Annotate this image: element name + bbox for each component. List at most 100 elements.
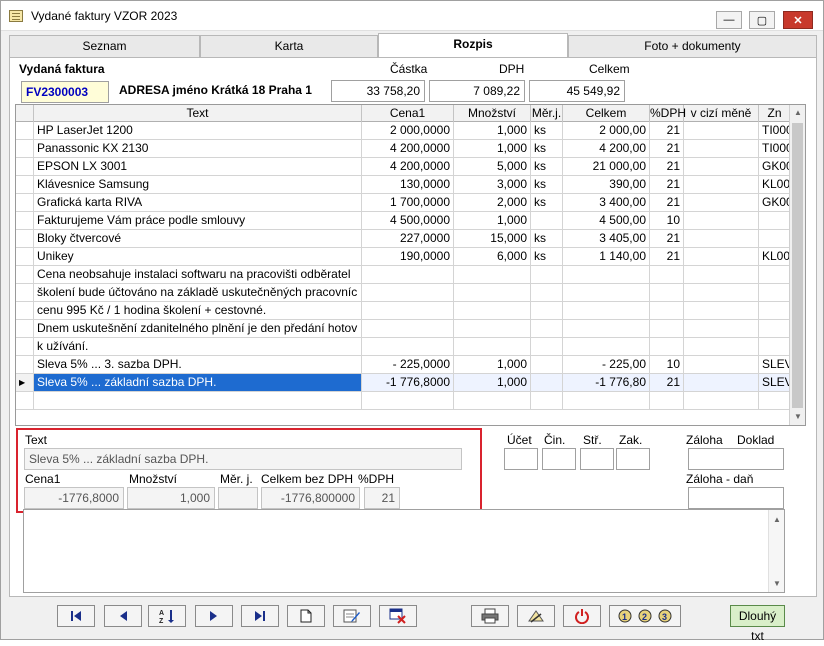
cell-mnozstvi[interactable]: 1,000 [454, 122, 531, 140]
cell-cizi[interactable] [684, 338, 759, 356]
cell-dph[interactable] [650, 302, 684, 320]
cell-text[interactable]: školení bude účtováno na základě uskuteč… [34, 284, 362, 302]
minimize-button[interactable]: — [716, 11, 742, 29]
row-selector[interactable] [16, 338, 34, 356]
cell-dph[interactable]: 21 [650, 158, 684, 176]
cell-cena[interactable]: - 225,0000 [362, 356, 454, 374]
table-row[interactable]: Sleva 5% ... 3. sazba DPH. - 225,0000 1,00… [16, 356, 791, 374]
cell-mj[interactable] [531, 356, 563, 374]
cell-cizi[interactable] [684, 392, 759, 410]
cell-dph[interactable] [650, 284, 684, 302]
cell-cena[interactable]: 4 200,0000 [362, 158, 454, 176]
cell-mj[interactable]: ks [531, 248, 563, 266]
table-row[interactable]: Panassonic KX 2130 4 200,0000 1,000 ks 4 200… [16, 140, 791, 158]
zaloha-dan-field[interactable] [688, 487, 784, 509]
table-row[interactable]: EPSON LX 3001 4 200,0000 5,000 ks 21 000,00 2… [16, 158, 791, 176]
cell-celkem[interactable] [563, 266, 650, 284]
items-grid[interactable]: Text Cena1 Množství Měr.j. Celkem %DPH v… [15, 104, 806, 426]
cell-cizi[interactable] [684, 284, 759, 302]
cell-dph[interactable]: 10 [650, 212, 684, 230]
cell-cizi[interactable] [684, 302, 759, 320]
cell-mnozstvi[interactable]: 1,000 [454, 374, 531, 392]
cell-dph[interactable]: 21 [650, 230, 684, 248]
cell-cena[interactable] [362, 320, 454, 338]
cell-mnozstvi[interactable] [454, 392, 531, 410]
amount-field[interactable]: 33 758,20 [331, 80, 425, 102]
row-selector[interactable] [16, 194, 34, 212]
row-selector[interactable] [16, 356, 34, 374]
vat-field[interactable]: 7 089,22 [429, 80, 525, 102]
row-selector[interactable]: ▶ [16, 374, 34, 392]
tab-foto-dokumenty[interactable]: Foto + dokumenty [568, 35, 817, 57]
new-record-button[interactable] [287, 605, 325, 627]
cell-mj[interactable] [531, 266, 563, 284]
scroll-down-icon[interactable]: ▼ [790, 409, 805, 425]
last-record-button[interactable] [241, 605, 279, 627]
cell-zn[interactable]: SLEV [759, 356, 791, 374]
cell-mj[interactable] [531, 284, 563, 302]
cell-mnozstvi[interactable]: 1,000 [454, 212, 531, 230]
cell-mnozstvi[interactable]: 5,000 [454, 158, 531, 176]
cell-mj[interactable]: ks [531, 230, 563, 248]
col-mj[interactable]: Měr.j. [531, 105, 563, 122]
cell-zn[interactable]: GK00 [759, 158, 791, 176]
cell-text[interactable]: Dnem uskutešnění zdanitelného plnění je … [34, 320, 362, 338]
maximize-button[interactable]: ▢ [749, 11, 775, 29]
row-selector[interactable] [16, 122, 34, 140]
cell-cena[interactable] [362, 266, 454, 284]
cell-cena[interactable] [362, 338, 454, 356]
row-selector[interactable] [16, 302, 34, 320]
next-record-button[interactable] [195, 605, 233, 627]
cell-zn[interactable] [759, 212, 791, 230]
cell-zn[interactable] [759, 302, 791, 320]
cell-text[interactable]: HP LaserJet 1200 [34, 122, 362, 140]
cell-cizi[interactable] [684, 266, 759, 284]
cell-dph[interactable] [650, 266, 684, 284]
table-row[interactable]: Dnem uskutešnění zdanitelného plnění je … [16, 320, 791, 338]
cell-dph[interactable]: 10 [650, 356, 684, 374]
cell-cena[interactable] [362, 284, 454, 302]
row-selector[interactable] [16, 212, 34, 230]
cell-text[interactable]: k užívání. [34, 338, 362, 356]
cell-celkem[interactable]: 21 000,00 [563, 158, 650, 176]
row-selector[interactable] [16, 158, 34, 176]
cell-text[interactable]: Klávesnice Samsung [34, 176, 362, 194]
sort-button[interactable]: AZ [148, 605, 186, 627]
cell-zn[interactable] [759, 230, 791, 248]
cell-mj[interactable]: ks [531, 194, 563, 212]
col-cizi[interactable]: v cizí měně [684, 105, 759, 122]
cell-mj[interactable] [531, 320, 563, 338]
cell-zn[interactable] [759, 320, 791, 338]
cell-mnozstvi[interactable] [454, 284, 531, 302]
table-row[interactable]: Grafická karta RIVA 1 700,0000 2,000 ks 3 40… [16, 194, 791, 212]
cell-text[interactable]: Bloky čtvercové [34, 230, 362, 248]
exit-button[interactable] [563, 605, 601, 627]
previous-record-button[interactable] [104, 605, 142, 627]
col-mnozstvi[interactable]: Množství [454, 105, 531, 122]
cell-text[interactable]: Unikey [34, 248, 362, 266]
col-celkem[interactable]: Celkem [563, 105, 650, 122]
row-selector[interactable] [16, 266, 34, 284]
cell-celkem[interactable] [563, 302, 650, 320]
cell-dph[interactable] [650, 392, 684, 410]
long-text-memo[interactable]: ▲ ▼ [23, 509, 785, 593]
table-row[interactable]: k užívání. [16, 338, 791, 356]
detail-cena-field[interactable]: -1776,8000 [24, 487, 124, 509]
table-row[interactable]: cenu 995 Kč / 1 hodina školení + cestovn… [16, 302, 791, 320]
cell-cena[interactable] [362, 392, 454, 410]
memo-scroll-down-icon[interactable]: ▼ [769, 576, 785, 592]
tab-seznam[interactable]: Seznam [9, 35, 200, 57]
cell-dph[interactable]: 21 [650, 194, 684, 212]
cell-text[interactable]: Fakturujeme Vám práce podle smlouvy [34, 212, 362, 230]
cell-text[interactable]: Sleva 5% ... základní sazba DPH. [34, 374, 362, 392]
long-text-button[interactable]: Dlouhý txt [730, 605, 785, 643]
cell-dph[interactable]: 21 [650, 176, 684, 194]
detail-celkem-field[interactable]: -1776,800000 [261, 487, 360, 509]
detail-dph-field[interactable]: 21 [364, 487, 400, 509]
print-button[interactable] [471, 605, 509, 627]
cell-text[interactable]: Panassonic KX 2130 [34, 140, 362, 158]
row-selector[interactable] [16, 248, 34, 266]
zak-field[interactable] [616, 448, 650, 470]
detail-mnozstvi-field[interactable]: 1,000 [127, 487, 215, 509]
cell-cizi[interactable] [684, 248, 759, 266]
